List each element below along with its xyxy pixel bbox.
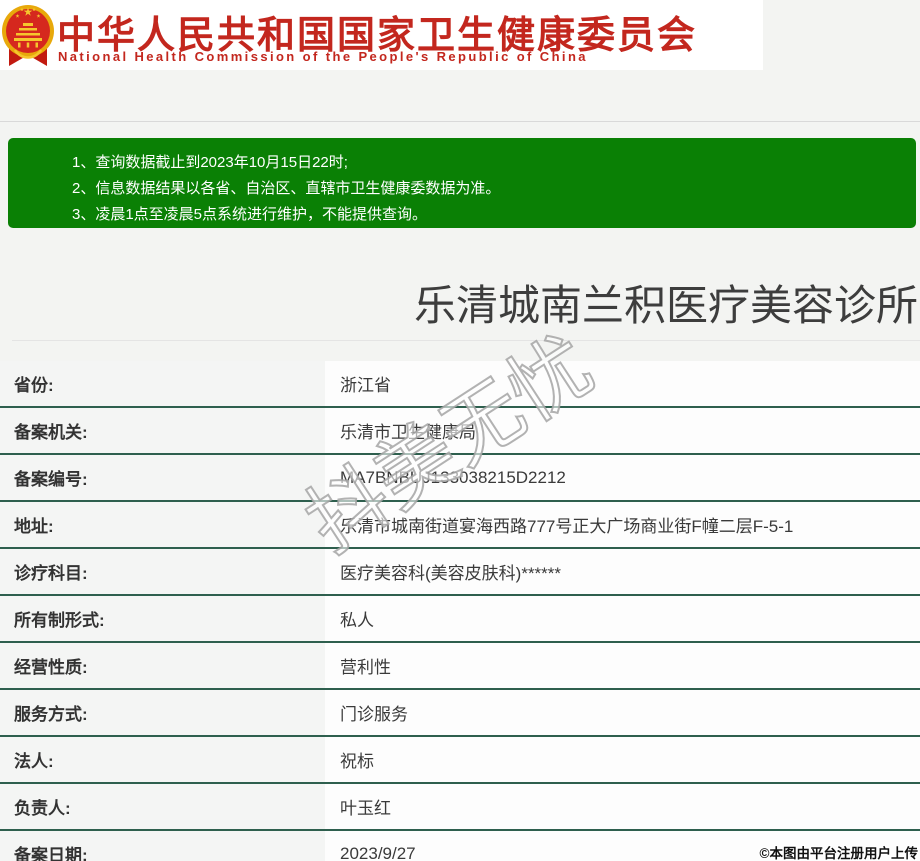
field-value: 营利性 <box>325 643 920 688</box>
field-value: 门诊服务 <box>325 690 920 735</box>
table-row: 经营性质: 营利性 <box>0 643 920 690</box>
field-label: 备案日期: <box>0 831 325 861</box>
field-label: 经营性质: <box>0 643 325 688</box>
field-label: 负责人: <box>0 784 325 829</box>
table-row: 备案机关: 乐清市卫生健康局 <box>0 408 920 455</box>
institution-name-title: 乐清城南兰积医疗美容诊所 <box>414 272 918 333</box>
title-divider <box>12 340 920 341</box>
table-row: 所有制形式: 私人 <box>0 596 920 643</box>
copyright-watermark: ©本图由平台注册用户上传 <box>760 842 918 861</box>
field-label: 法人: <box>0 737 325 782</box>
notice-line: 1、查询数据截止到2023年10月15日22时; <box>72 150 906 176</box>
header-divider <box>0 121 920 122</box>
table-row: 地址: 乐清市城南街道宴海西路777号正大广场商业街F幢二层F-5-1 <box>0 502 920 549</box>
notice-line: 3、凌晨1点至凌晨5点系统进行维护，不能提供查询。 <box>72 202 906 228</box>
field-label: 省份: <box>0 361 325 406</box>
table-row: 服务方式: 门诊服务 <box>0 690 920 737</box>
site-header: 中华人民共和国国家卫生健康委员会 National Health Commiss… <box>0 0 763 70</box>
field-value: 私人 <box>325 596 920 641</box>
field-value: 浙江省 <box>325 361 920 406</box>
field-value: 乐清市城南街道宴海西路777号正大广场商业街F幢二层F-5-1 <box>325 502 920 547</box>
field-label: 备案编号: <box>0 455 325 500</box>
table-row: 诊疗科目: 医疗美容科(美容皮肤科)****** <box>0 549 920 596</box>
field-label: 服务方式: <box>0 690 325 735</box>
field-value: MA7BNBUJ133038215D2212 <box>325 455 920 500</box>
notice-banner: 1、查询数据截止到2023年10月15日22时; 2、信息数据结果以各省、自治区… <box>8 138 916 228</box>
field-value: 乐清市卫生健康局 <box>325 408 920 453</box>
table-row: 负责人: 叶玉红 <box>0 784 920 831</box>
field-label: 诊疗科目: <box>0 549 325 594</box>
field-label: 地址: <box>0 502 325 547</box>
field-value: 叶玉红 <box>325 784 920 829</box>
notice-line: 2、信息数据结果以各省、自治区、直辖市卫生健康委数据为准。 <box>72 176 906 202</box>
table-row: 备案编号: MA7BNBUJ133038215D2212 <box>0 455 920 502</box>
national-emblem-icon <box>1 0 55 70</box>
site-title-english: National Health Commission of the People… <box>58 49 588 64</box>
field-value: 医疗美容科(美容皮肤科)****** <box>325 549 920 594</box>
field-label: 备案机关: <box>0 408 325 453</box>
table-row: 法人: 祝标 <box>0 737 920 784</box>
field-value: 祝标 <box>325 737 920 782</box>
registration-info-table: 省份: 浙江省 备案机关: 乐清市卫生健康局 备案编号: MA7BNBUJ133… <box>0 361 920 861</box>
table-row: 省份: 浙江省 <box>0 361 920 408</box>
field-label: 所有制形式: <box>0 596 325 641</box>
